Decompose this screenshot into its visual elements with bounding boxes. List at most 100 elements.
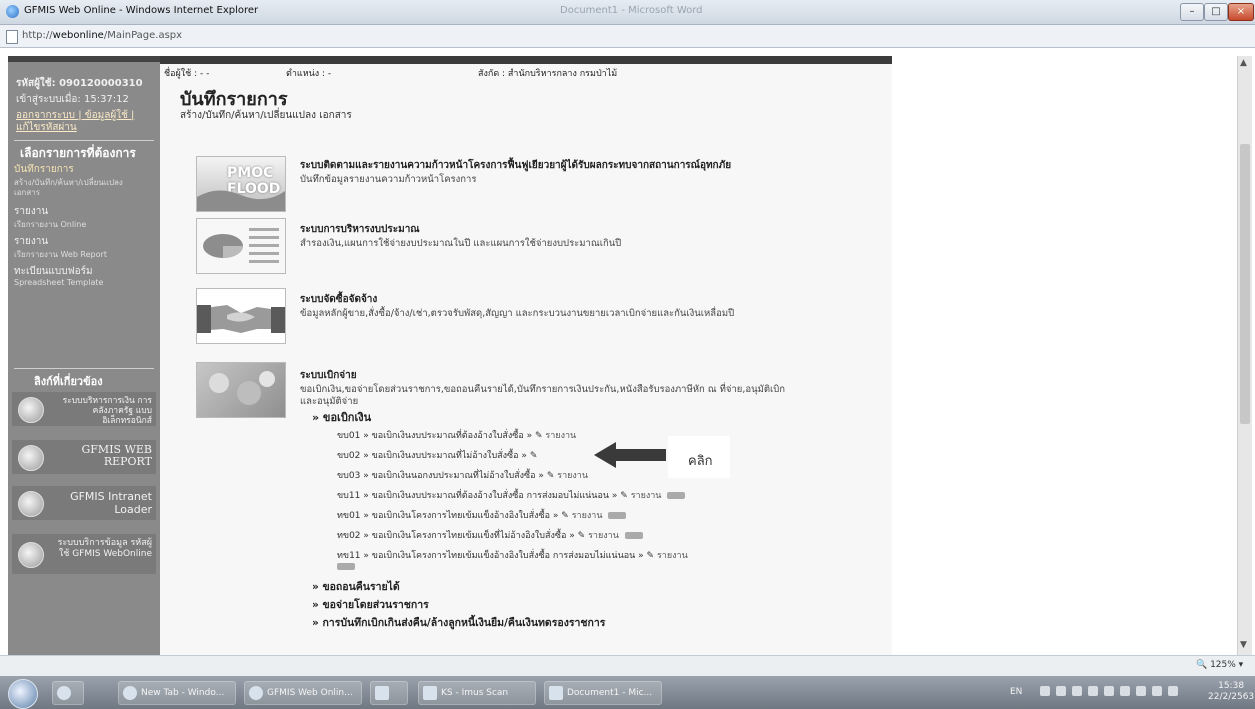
related-link-intranet-loader[interactable]: GFMIS Intranet Loader <box>12 486 156 520</box>
edit-icon: ✎ <box>620 491 628 501</box>
system-desc-procurement: ข้อมูลหลักผู้ขาย,สั่งซื้อ/จ้าง/เช่า,ตรวจ… <box>300 308 735 319</box>
new-badge-icon <box>608 512 627 519</box>
sidebar-item-report-web-sub[interactable]: เรียกรายงาน Web Report <box>14 248 107 261</box>
page-subtitle: สร้าง/บันทึก/ค้นหา/เปลี่ยนแปลง เอกสาร <box>180 110 352 121</box>
gfmis-logo-icon <box>18 445 44 471</box>
maximize-button[interactable]: □ <box>1204 3 1228 21</box>
sidebar-item-report-online[interactable]: รายงาน <box>14 204 48 219</box>
section-request-payment[interactable]: » ขอเบิกเงิน <box>312 408 371 426</box>
sidebar-item-report-web[interactable]: รายงาน <box>14 234 48 249</box>
gfmis-logo-icon <box>18 491 44 517</box>
internet-explorer-icon <box>6 5 19 18</box>
edit-icon: ✎ <box>529 451 538 461</box>
sidebar-divider <box>14 140 154 141</box>
new-badge-icon <box>624 532 643 539</box>
address-bar[interactable]: http://webonline/MainPage.aspx <box>0 25 1255 48</box>
section-refund-revenue[interactable]: » ขอถอนคืนรายได้ <box>312 578 400 595</box>
pie-chart-icon <box>203 228 279 263</box>
budget-thumbnail[interactable] <box>196 218 286 274</box>
zoom-level[interactable]: 🔍 125% ▾ <box>1196 660 1243 670</box>
related-header: ลิงก์ที่เกี่ยวข้อง <box>34 375 103 388</box>
scroll-down-icon[interactable]: ▼ <box>1240 640 1247 650</box>
system-tray: EN 15:38 22/2/2563 <box>1000 676 1255 709</box>
clock[interactable]: 15:38 22/2/2563 <box>1208 681 1254 703</box>
taskbar-item-newtab[interactable]: New Tab - Windo... <box>118 681 236 705</box>
window-titlebar: GFMIS Web Online - Windows Internet Expl… <box>0 0 1255 25</box>
sidebar-item-report-online-sub[interactable]: เรียกรายงาน Online <box>14 218 86 231</box>
info-department: สังกัด : สำนักบริหารกลาง กรมป่าไม้ <box>478 69 618 79</box>
taskbar-item-scan[interactable]: KS - Imus Scan <box>418 681 536 705</box>
network-icon[interactable] <box>1152 686 1162 696</box>
scan-app-icon <box>423 685 437 700</box>
tray-app-icon[interactable] <box>1136 686 1146 696</box>
disbursement-item[interactable]: ขบ03 » ขอเบิกเงินนอกงบประมาณที่ไม่อ้างใบ… <box>337 468 588 482</box>
edit-icon: ✎ <box>535 431 543 441</box>
vertical-scrollbar[interactable]: ▲ ▼ <box>1237 56 1252 655</box>
start-button[interactable] <box>8 679 38 709</box>
ie-icon <box>249 685 263 700</box>
page-viewport: รหัสผู้ใช้: 090120000310 เข้าสู่ระบบเมื่… <box>0 48 1255 655</box>
ie-icon <box>123 685 137 700</box>
system-title-disbursement[interactable]: ระบบเบิกจ่าย <box>300 368 357 383</box>
related-link-weboline[interactable]: ระบบบริการข้อมูล รหัสผู้ใช้ GFMIS WebOnl… <box>12 534 156 574</box>
login-time: เข้าสู่ระบบเมื่อ: 15:37:12 <box>16 94 129 105</box>
related-link-web-report[interactable]: GFMIS WEB REPORT <box>12 440 156 474</box>
media-player-button[interactable] <box>52 681 84 705</box>
disbursement-thumbnail[interactable] <box>196 362 286 418</box>
play-icon <box>57 685 71 700</box>
disbursement-item[interactable]: ขบ11 » ขอเบิกเงินงบประมาณที่ต้องอ้างใบสั… <box>337 488 686 502</box>
pmoc-flood-thumbnail[interactable]: PMOC FLOOD <box>196 156 286 212</box>
section-overpayment-return[interactable]: » การบันทึกเบิกเกินส่งคืน/ล้างลูกหนี้เงิ… <box>312 614 605 631</box>
related-link-gfmis[interactable]: ระบบบริหารการเงิน การคลังภาครัฐ แบบอิเล็… <box>12 392 156 426</box>
disbursement-item[interactable]: ทข01 » ขอเบิกเงินโครงการไทยเข้มแข็งอ้างอ… <box>337 508 627 522</box>
sidebar: รหัสผู้ใช้: 090120000310 เข้าสู่ระบบเมื่… <box>8 56 160 655</box>
change-password-link[interactable]: แก้ไขรหัสผ่าน <box>16 120 77 135</box>
info-position: ตำแหน่ง : - <box>286 69 332 79</box>
tray-app-icon[interactable] <box>1088 686 1098 696</box>
disbursement-item[interactable]: ทข02 » ขอเบิกเงินโครงการไทยเข้มแข็งที่ไม… <box>337 528 643 542</box>
sidebar-top-strip <box>8 56 160 62</box>
taskbar-item-word[interactable]: Document1 - Mic... <box>544 681 662 705</box>
edit-icon: ✎ <box>646 551 655 561</box>
taskbar: New Tab - Windo... GFMIS Web Onlin... KS… <box>0 676 1255 709</box>
status-bar: 🔍 125% ▾ <box>0 655 1255 676</box>
system-title-pmoc[interactable]: ระบบติดตามและรายงานความก้าวหน้าโครงการฟื… <box>300 158 731 173</box>
new-badge-icon <box>337 563 355 570</box>
background-window-title: Document1 - Microsoft Word <box>560 5 703 16</box>
scroll-up-icon[interactable]: ▲ <box>1240 58 1247 68</box>
scrollbar-thumb[interactable] <box>1240 144 1250 424</box>
tray-app-icon[interactable] <box>1120 686 1130 696</box>
system-title-procurement[interactable]: ระบบจัดซื้อจัดจ้าง <box>300 292 377 307</box>
sidebar-item-forms-sub[interactable]: Spreadsheet Template <box>14 278 103 287</box>
tray-app-icon[interactable] <box>1072 686 1082 696</box>
tray-app-icon[interactable] <box>1104 686 1114 696</box>
user-code: รหัสผู้ใช้: 090120000310 <box>16 78 143 89</box>
folder-icon <box>375 685 389 700</box>
minimize-button[interactable]: – <box>1180 3 1204 21</box>
disbursement-item[interactable]: ขบ01 » ขอเบิกเงินงบประมาณที่ต้องอ้างใบสั… <box>337 428 576 442</box>
language-indicator[interactable]: EN <box>1010 687 1022 697</box>
disbursement-item[interactable]: ทข11 » ขอเบิกเงินโครงการไทยเข้มแข็งอ้างอ… <box>337 548 688 562</box>
section-agency-payment[interactable]: » ขอจ่ายโดยส่วนราชการ <box>312 596 429 613</box>
disbursement-item[interactable]: ขบ02 » ขอเบิกเงินงบประมาณที่ไม่อ้างใบสั่… <box>337 448 537 462</box>
taskbar-item-explorer[interactable] <box>370 681 408 705</box>
address-url[interactable]: http://webonline/MainPage.aspx <box>22 30 182 41</box>
sidebar-item-record-sub2[interactable]: เอกสาร <box>14 186 40 199</box>
main-content: ชื่อผู้ใช้ : - - ตำแหน่ง : - สังกัด : สำ… <box>160 56 892 655</box>
new-badge-icon <box>667 492 686 499</box>
system-title-budget[interactable]: ระบบการบริหารงบประมาณ <box>300 222 420 237</box>
volume-icon[interactable] <box>1168 686 1178 696</box>
procurement-thumbnail[interactable] <box>196 288 286 344</box>
info-user: ชื่อผู้ใช้ : - - <box>164 69 210 79</box>
tray-app-icon[interactable] <box>1056 686 1066 696</box>
close-button[interactable]: × <box>1228 3 1254 21</box>
taskbar-item-gfmis[interactable]: GFMIS Web Onlin... <box>244 681 362 705</box>
right-empty-pane <box>892 56 1237 655</box>
tray-app-icon[interactable] <box>1040 686 1050 696</box>
flower-icon <box>209 371 275 405</box>
page-icon <box>6 30 18 44</box>
sidebar-item-forms[interactable]: ทะเบียนแบบฟอร์ม <box>14 264 93 279</box>
sidebar-item-record[interactable]: บันทึกรายการ <box>14 162 74 177</box>
edit-icon: ✎ <box>577 531 586 541</box>
window-title: GFMIS Web Online - Windows Internet Expl… <box>24 5 259 16</box>
